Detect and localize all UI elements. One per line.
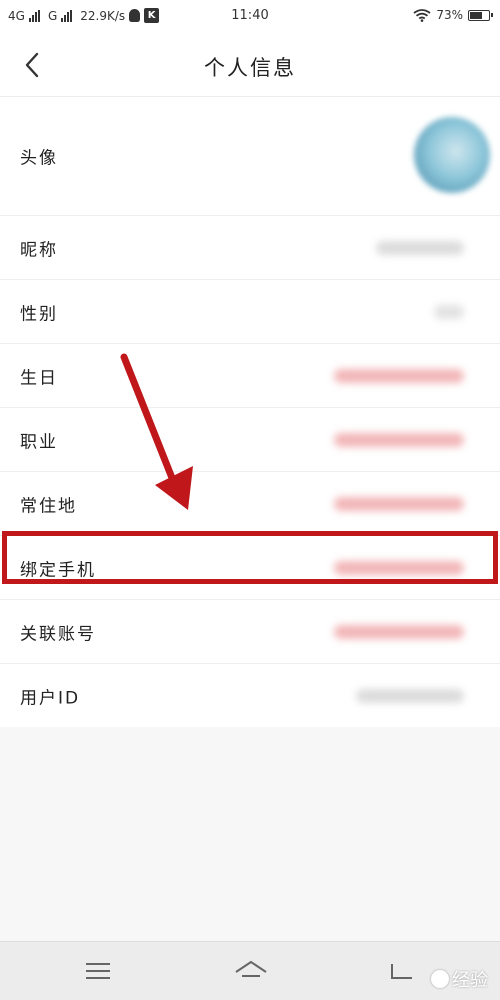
back-nav-button[interactable] <box>386 956 418 986</box>
avatar[interactable] <box>414 117 490 193</box>
bottom-navigation: 经验 <box>0 941 500 1000</box>
k-app-icon: K <box>144 8 160 23</box>
occupation-value-blurred <box>334 432 464 447</box>
row-label: 头像 <box>20 148 58 169</box>
wifi-icon <box>413 8 431 22</box>
row-linked-accounts[interactable]: 关联账号 <box>0 600 500 664</box>
row-avatar[interactable]: 头像 <box>0 97 500 216</box>
menu-icon <box>86 963 110 979</box>
header: 个人信息 <box>0 34 500 97</box>
watermark-text: 经验 <box>452 970 488 991</box>
profile-list: 头像 昵称 性别 生日 职业 常住地 绑定手机 关联账号 用户ID <box>0 97 500 727</box>
row-bind-phone[interactable]: 绑定手机 <box>0 536 500 600</box>
gender-value-blurred <box>434 304 464 319</box>
signal-icon-2 <box>61 9 73 22</box>
user-id-value-blurred <box>356 688 464 703</box>
battery-level <box>470 11 482 19</box>
signal-icon <box>28 9 40 22</box>
residence-value-blurred <box>334 496 464 511</box>
status-right: 73% <box>413 8 493 22</box>
status-bar: 4G G 22.9K/s K 11:40 73% <box>0 0 500 34</box>
nickname-value-blurred <box>376 240 464 255</box>
row-user-id[interactable]: 用户ID <box>0 664 500 727</box>
screen: 4G G 22.9K/s K 11:40 73% 个人信息 头像 昵称 性别 生… <box>0 0 500 1000</box>
menu-button[interactable] <box>82 956 114 986</box>
battery-percent: 73% <box>436 8 463 22</box>
baidu-watermark: 经验 <box>431 966 488 992</box>
row-birthday[interactable]: 生日 <box>0 344 500 408</box>
row-residence[interactable]: 常住地 <box>0 472 500 536</box>
row-label: 关联账号 <box>20 624 96 644</box>
linked-accounts-value-blurred <box>334 624 464 639</box>
battery-icon <box>468 9 493 21</box>
row-gender[interactable]: 性别 <box>0 280 500 344</box>
row-label: 用户ID <box>20 688 81 708</box>
row-label: 生日 <box>20 368 58 388</box>
home-icon <box>235 960 267 977</box>
page-title: 个人信息 <box>204 56 296 80</box>
row-label: 职业 <box>20 432 58 452</box>
status-left: 4G G 22.9K/s K <box>8 8 160 23</box>
row-label: 常住地 <box>20 496 77 516</box>
row-occupation[interactable]: 职业 <box>0 408 500 472</box>
home-button[interactable] <box>234 956 267 986</box>
network-type-1: 4G <box>8 8 25 23</box>
phone-value-blurred <box>334 560 464 575</box>
row-label: 昵称 <box>20 240 58 260</box>
row-label: 性别 <box>20 304 58 324</box>
back-icon <box>391 964 412 979</box>
row-nickname[interactable]: 昵称 <box>0 216 500 280</box>
birthday-value-blurred <box>334 368 464 383</box>
row-label: 绑定手机 <box>20 560 96 580</box>
network-speed: 22.9K/s <box>80 8 126 23</box>
network-type-2: G <box>47 8 58 23</box>
paw-icon <box>431 970 449 988</box>
qq-icon <box>129 9 141 22</box>
